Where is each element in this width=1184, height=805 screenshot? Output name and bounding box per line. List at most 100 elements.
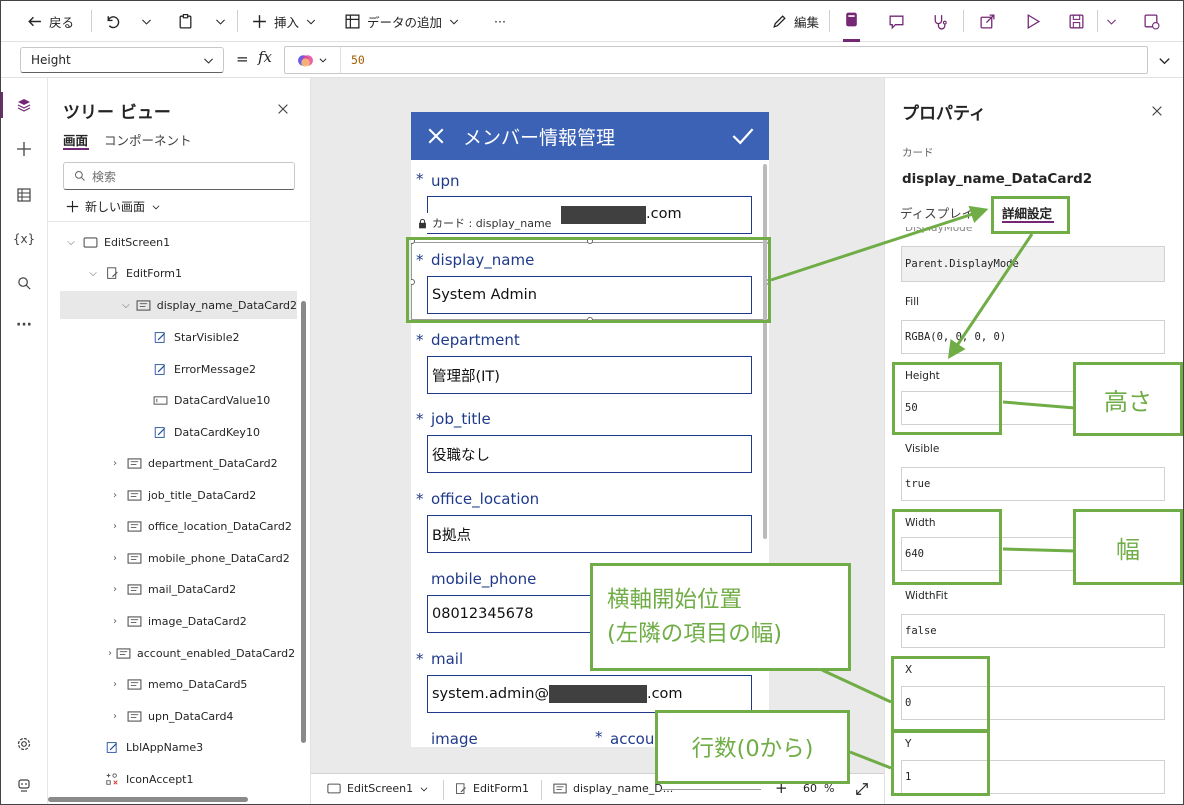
paste-button[interactable] [177, 0, 194, 42]
tree-item-errormessage2[interactable]: ErrorMessage2 [48, 355, 293, 383]
back-button[interactable]: 戻る [26, 0, 74, 42]
search-icon [17, 276, 31, 290]
paste-dropdown[interactable] [214, 0, 227, 42]
tree-item-account-enabled-datacard2[interactable]: › account_enabled_DataCard2 [48, 639, 295, 667]
office-location-value: B拠点 [432, 527, 471, 544]
tree-view-rail-button[interactable] [12, 93, 36, 117]
save-dropdown[interactable] [1105, 0, 1118, 42]
share-icon [980, 13, 995, 29]
tree-item-label: department_DataCard2 [148, 456, 278, 470]
tab-screen[interactable]: 画面 [63, 130, 88, 149]
fill-field[interactable]: RGBA(0, 0, 0, 0) [901, 320, 1165, 354]
virtual-agent-rail-button[interactable] [12, 773, 36, 797]
tree-item-mail-datacard2[interactable]: › mail_DataCard2 [48, 575, 293, 603]
edit-button[interactable]: 編集 [771, 0, 819, 42]
annotation-box-width [892, 509, 1002, 585]
visible-field[interactable]: true [901, 467, 1165, 501]
chevron-right-icon: › [113, 520, 117, 532]
new-screen-button[interactable]: 新しい画面 [66, 198, 161, 215]
tree-item-mobile-phone-datacard2[interactable]: › mobile_phone_DataCard2 [48, 544, 293, 572]
widthfit-field[interactable]: false [901, 614, 1165, 648]
add-data-label: データの追加 [367, 14, 443, 30]
breadcrumb-screen-label: EditScreen1 [347, 782, 414, 795]
share-button[interactable] [979, 0, 996, 42]
more-rail-button[interactable]: ··· [12, 313, 36, 337]
close-icon[interactable] [427, 127, 445, 145]
comments-button[interactable] [888, 0, 905, 42]
tree-item-label: mail_DataCard2 [148, 582, 237, 596]
search-rail-button[interactable] [12, 271, 36, 295]
displaymode-field[interactable]: Parent.DisplayMode [901, 246, 1165, 282]
add-data-button[interactable]: データの追加 [344, 0, 460, 42]
tree-scrollbar[interactable] [301, 301, 306, 743]
office-location-input[interactable]: B拠点 [427, 515, 752, 553]
copilot-button[interactable] [285, 47, 341, 73]
tab-component[interactable]: コンポーネント [104, 130, 192, 149]
app-view-button[interactable] [843, 0, 860, 42]
settings-rail-button[interactable] [12, 732, 36, 756]
tree-item-label: DataCardKey10 [174, 425, 260, 439]
close-icon[interactable] [1150, 104, 1164, 118]
breadcrumb-screen[interactable]: EditScreen1 [327, 782, 429, 795]
card-icon [116, 646, 131, 660]
tree-item-office-location-datacard2[interactable]: › office_location_DataCard2 [48, 512, 293, 540]
tree-item-job-title-datacard2[interactable]: › job_title_DataCard2 [48, 481, 293, 509]
design-canvas[interactable]: メンバー情報管理 * upn .com カード : display_name *… [311, 78, 884, 805]
annotation-callout-y: 行数(0から) [655, 710, 850, 784]
breadcrumb-form[interactable]: EditForm1 [455, 782, 529, 795]
app-checker-button[interactable] [931, 0, 948, 42]
tree-item-upn-datacard4[interactable]: › upn_DataCard4 [48, 702, 293, 730]
fit-to-screen-icon[interactable] [855, 782, 869, 796]
tree-item-lblappname3[interactable]: LblAppName3 [48, 733, 293, 761]
required-star: * [416, 170, 424, 188]
tree-item-datacardvalue10[interactable]: DataCardValue10 [48, 386, 293, 414]
insert-button[interactable]: 挿入 [251, 0, 317, 42]
prop-value: false [905, 625, 937, 637]
chevron-down-icon[interactable] [1157, 53, 1172, 68]
formula-input[interactable]: 50 [284, 46, 1148, 74]
tree-item-label: StarVisible2 [174, 330, 240, 344]
save-button[interactable] [1068, 0, 1085, 42]
tree-item-memo-datacard5[interactable]: › memo_DataCard5 [48, 670, 293, 698]
undo-button[interactable] [104, 0, 121, 42]
form-scrollbar[interactable] [763, 164, 767, 539]
tree-item-starvisible2[interactable]: StarVisible2 [48, 323, 293, 351]
annotation-box-x [891, 656, 990, 732]
insert-rail-button[interactable] [12, 137, 36, 161]
required-star: * [416, 331, 424, 349]
job-title-input[interactable]: 役職なし [427, 435, 752, 473]
preview-button[interactable] [1024, 0, 1041, 42]
tree-search-input[interactable]: 検索 [63, 162, 295, 190]
image-label: image [431, 730, 478, 747]
close-icon[interactable] [276, 102, 290, 116]
tree-item-editscreen1[interactable]: ⌵ EditScreen1 [48, 228, 293, 256]
property-dropdown[interactable]: Height [20, 47, 224, 73]
pencil-icon [773, 14, 786, 28]
equals-sign: = [236, 50, 249, 68]
tree-item-display-name-datacard2[interactable]: ⌵ display_name_DataCard2 [60, 291, 297, 319]
tree-item-datacardkey10[interactable]: DataCardKey10 [48, 418, 293, 446]
tree-item-department-datacard2[interactable]: › department_DataCard2 [48, 449, 293, 477]
tree-item-label: EditForm1 [126, 266, 183, 280]
tab-display[interactable]: ディスプレイ [900, 203, 974, 222]
more-button[interactable]: ··· [494, 0, 506, 42]
lock-tooltip-text: カード : display_name [432, 217, 552, 230]
gear-icon [17, 737, 31, 751]
card-icon [553, 783, 567, 794]
tree-item-image-datacard2[interactable]: › image_DataCard2 [48, 607, 293, 635]
tree-item-editform1[interactable]: ⌵ EditForm1 [48, 259, 293, 287]
zoom-slider[interactable] [661, 789, 761, 790]
tree-horizontal-scrollbar[interactable] [48, 797, 248, 802]
clipboard-icon [179, 13, 192, 29]
edit-label: 編集 [794, 14, 820, 30]
check-icon[interactable] [731, 125, 755, 147]
required-star: * [416, 490, 424, 508]
data-rail-button[interactable] [12, 183, 36, 207]
mail-input[interactable]: system.admin@ .com [427, 675, 752, 713]
tree-item-iconaccept1[interactable]: IconAccept1 [48, 765, 293, 793]
department-input[interactable]: 管理部(IT) [427, 356, 752, 394]
tree-item-label: upn_DataCard4 [148, 709, 234, 723]
variables-rail-button[interactable]: {x} [12, 227, 36, 251]
publish-button[interactable] [1143, 0, 1160, 42]
undo-dropdown[interactable] [140, 0, 153, 42]
